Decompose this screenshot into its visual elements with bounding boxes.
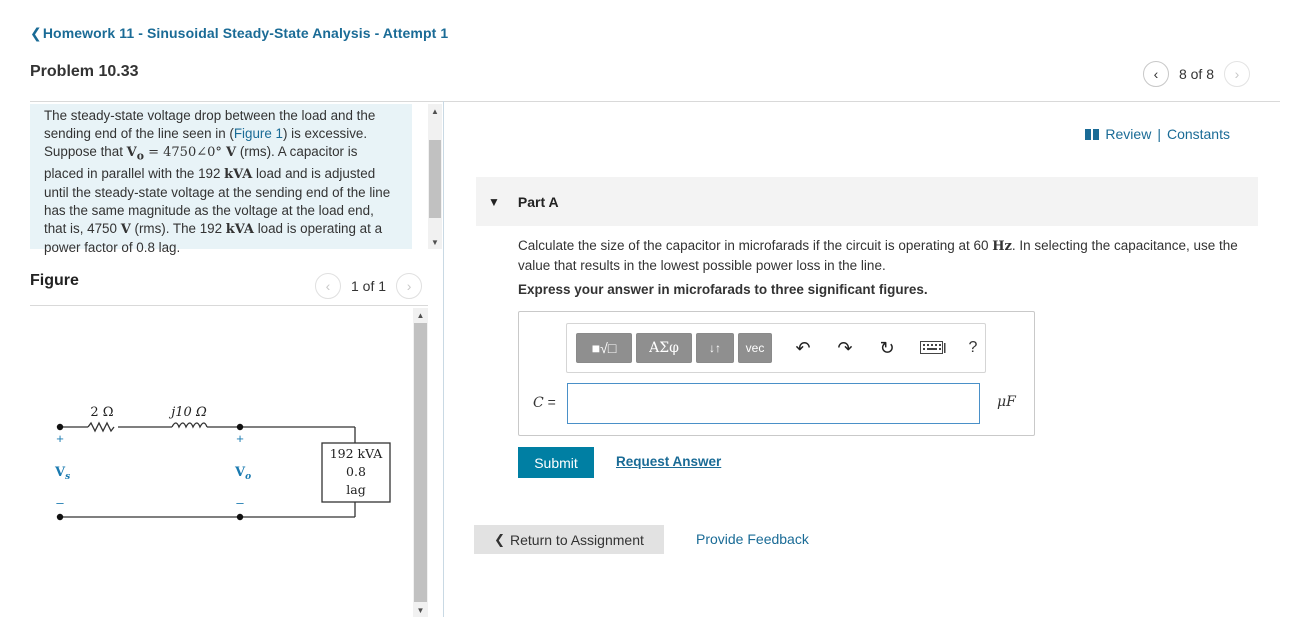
terminal-node [236, 513, 244, 521]
provide-feedback-link[interactable]: Provide Feedback [696, 531, 809, 547]
resistor-symbol [87, 421, 115, 433]
vo-symbol: Vo [126, 144, 144, 163]
reactance-label: j10 Ω [168, 405, 207, 420]
previous-problem-button[interactable]: ‹ [1142, 61, 1169, 87]
chevron-left-icon: ❮ [494, 531, 506, 547]
unit-volt: V [226, 144, 237, 160]
problem-pager: ‹ 8 of 8 › [1142, 61, 1250, 87]
answer-unit: μF [997, 394, 1016, 410]
load-lag-label: lag [346, 482, 365, 497]
scroll-down-icon[interactable]: ▼ [428, 235, 442, 249]
answer-instruction: Express your answer in microfarads to th… [518, 282, 928, 297]
review-constants-links: Review | Constants [1085, 126, 1230, 142]
chevron-right-icon: › [1234, 66, 1240, 82]
answer-panel: ■√□ ΑΣφ ↓↑ vec ↶ ↷ ↻ ? C = μF [518, 311, 1035, 436]
previous-figure-button[interactable]: ‹ [315, 273, 341, 299]
figure-divider [30, 305, 428, 306]
question-text: Calculate the size of the capacitor in m… [518, 236, 1264, 275]
submit-button[interactable]: Submit [518, 447, 594, 478]
scroll-down-icon[interactable]: ▼ [413, 603, 428, 617]
vs-plus-sign: + [56, 431, 64, 446]
load-rating-label: 192 kVA [330, 446, 384, 461]
greek-symbols-button[interactable]: ΑΣφ [636, 333, 692, 363]
answer-input[interactable] [567, 383, 980, 424]
breadcrumb-label: Homework 11 - Sinusoidal Steady-State An… [42, 25, 449, 41]
question-text-part: Calculate the size of the capacitor in m… [518, 238, 993, 253]
next-problem-button[interactable]: › [1224, 61, 1250, 87]
redo-icon[interactable]: ↷ [830, 333, 860, 363]
resistor-label: 2 Ω [90, 405, 113, 420]
templates-button[interactable]: ■√□ [576, 333, 632, 363]
vo-plus-sign: + [236, 431, 244, 446]
intro-scrollbar-thumb[interactable] [429, 140, 441, 218]
unit-kva: kVA [225, 222, 254, 238]
unit-kva: kVA [224, 167, 253, 183]
vs-label-subscript: s [65, 472, 70, 482]
breadcrumb[interactable]: ❮Homework 11 - Sinusoidal Steady-State A… [30, 25, 448, 42]
arrows-button[interactable]: ↓↑ [696, 333, 734, 363]
help-icon[interactable]: ? [964, 333, 982, 363]
vector-button[interactable]: vec [738, 333, 772, 363]
figure-link[interactable]: Figure 1 [234, 126, 283, 141]
equals-sign: = [543, 394, 556, 410]
collapse-triangle-icon[interactable]: ▼ [488, 195, 500, 209]
column-divider [443, 101, 444, 617]
answer-variable: C [533, 395, 544, 411]
problem-pager-text: 8 of 8 [1178, 66, 1214, 82]
return-label: Return to Assignment [510, 531, 644, 548]
scroll-up-icon[interactable]: ▲ [413, 308, 428, 322]
figure-scrollbar[interactable]: ▲ ▼ [413, 308, 428, 617]
link-separator: | [1157, 126, 1161, 142]
figure-pager-text: 1 of 1 [351, 278, 387, 294]
part-a-header[interactable]: ▼ Part A [476, 177, 1258, 226]
vs-label: Vs [54, 465, 70, 482]
part-label: Part A [517, 193, 559, 210]
next-figure-button[interactable]: › [396, 273, 423, 299]
constants-link[interactable]: Constants [1167, 126, 1230, 142]
figure-heading: Figure [30, 272, 79, 289]
vo-value: = 4750∠0° [143, 144, 227, 160]
unit-volt: V [120, 222, 131, 238]
intro-text: (rms). The 192 [130, 221, 226, 237]
chevron-left-icon: ‹ [325, 278, 331, 294]
intro-scrollbar[interactable]: ▲ ▼ [428, 104, 442, 249]
problem-intro: The steady-state voltage drop between th… [30, 104, 412, 255]
keyboard-icon[interactable] [914, 333, 952, 363]
answer-variable-label: C = [533, 394, 556, 411]
load-pf-label: 0.8 [346, 464, 366, 479]
terminal-node [236, 423, 244, 431]
vs-minus-sign: – [56, 495, 64, 510]
vo-symbol-subscript: o [136, 149, 144, 163]
inductor-symbol [171, 422, 208, 429]
math-toolbar: ■√□ ΑΣφ ↓↑ vec ↶ ↷ ↻ ? [566, 323, 986, 373]
chevron-left-icon: ❮ [30, 25, 42, 41]
return-to-assignment-button[interactable]: ❮ Return to Assignment [474, 525, 664, 554]
vo-symbol-letter: V [126, 144, 137, 160]
header-divider [30, 101, 1280, 102]
vo-label: Vo [234, 465, 251, 482]
unit-hz: Hz [992, 239, 1012, 254]
review-link[interactable]: Review [1105, 126, 1151, 142]
scroll-up-icon[interactable]: ▲ [428, 104, 442, 118]
vo-minus-sign: – [236, 495, 244, 510]
terminal-node [56, 423, 64, 431]
reset-icon[interactable]: ↻ [872, 333, 902, 363]
terminal-node [56, 513, 64, 521]
request-answer-link[interactable]: Request Answer [616, 454, 721, 469]
vo-label-subscript: o [245, 472, 251, 482]
figure-pager: ‹ 1 of 1 › [315, 273, 423, 299]
page-title: Problem 10.33 [30, 63, 139, 80]
book-icon [1085, 128, 1100, 140]
undo-icon[interactable]: ↶ [788, 333, 818, 363]
chevron-left-icon: ‹ [1153, 66, 1159, 82]
figure-scrollbar-thumb[interactable] [414, 323, 427, 602]
chevron-right-icon: › [406, 278, 412, 294]
circuit-diagram: 192 kVA 0.8 lag 2 Ω j10 Ω + – + – Vs Vo [54, 405, 391, 521]
